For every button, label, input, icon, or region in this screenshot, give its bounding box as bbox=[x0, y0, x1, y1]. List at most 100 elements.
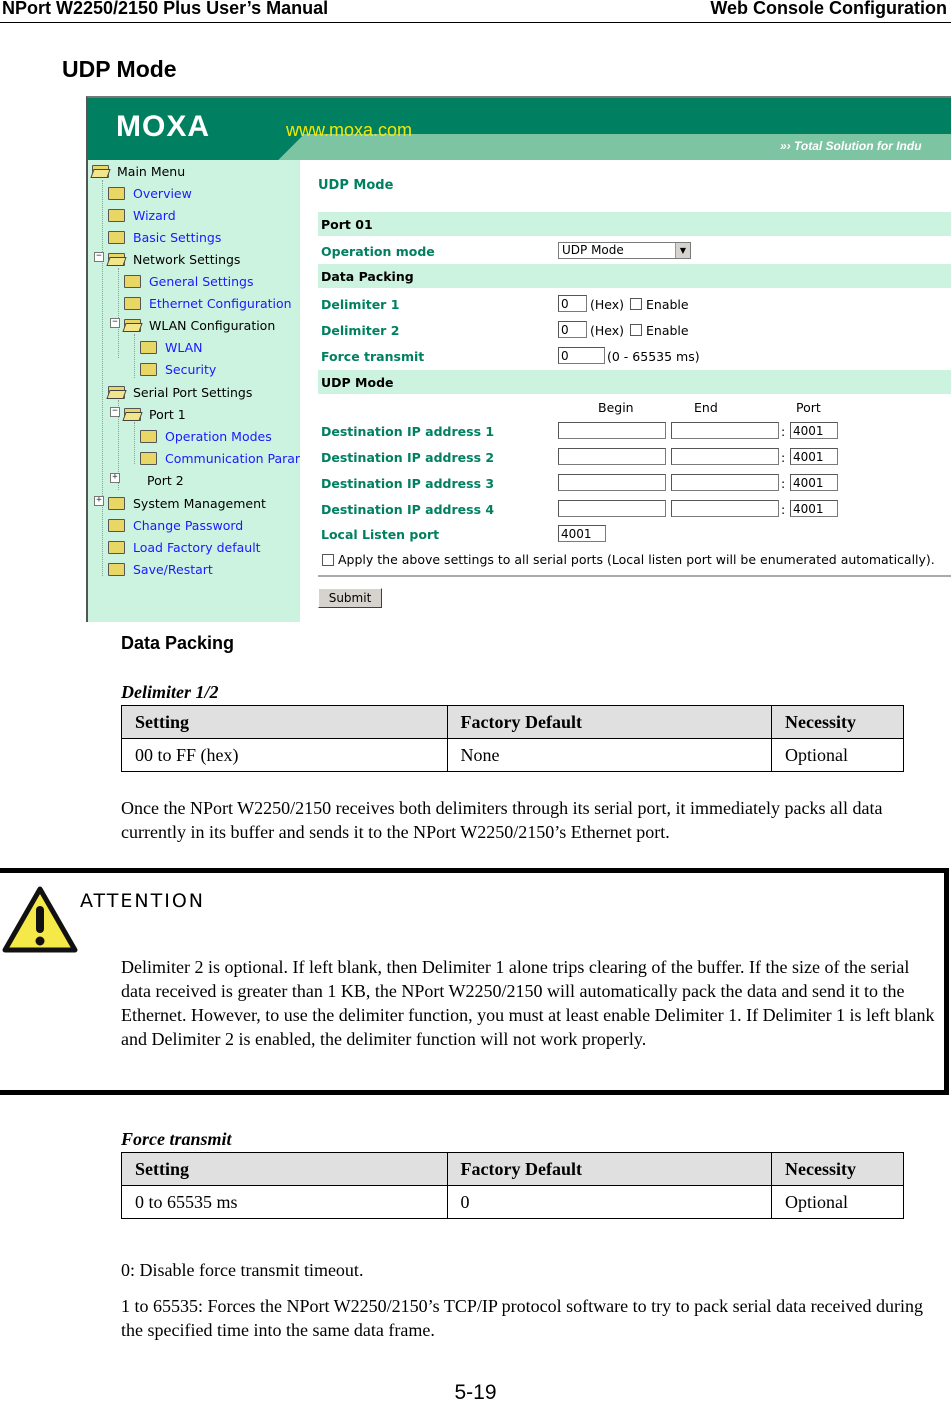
destination-ip-begin-input[interactable] bbox=[558, 448, 666, 465]
delimiter1-enable-checkbox[interactable] bbox=[630, 298, 642, 310]
menu-link[interactable]: Change Password bbox=[133, 518, 243, 533]
destination-ip-begin-input[interactable] bbox=[558, 500, 666, 517]
menu-item-wlan[interactable]: WLAN bbox=[140, 340, 203, 355]
menu-item-basic-settings[interactable]: Basic Settings bbox=[108, 230, 221, 245]
expand-icon[interactable]: + bbox=[110, 473, 120, 483]
folder-icon bbox=[108, 497, 125, 510]
page-number: 5-19 bbox=[454, 1381, 497, 1404]
folder-icon bbox=[140, 341, 157, 354]
destination-ip-end-input[interactable] bbox=[671, 474, 779, 491]
table-cell: 0 bbox=[446, 1185, 773, 1219]
table-header: Setting bbox=[121, 1152, 448, 1186]
menu-link[interactable]: General Settings bbox=[149, 274, 254, 289]
col-port-header: Port bbox=[796, 400, 821, 415]
local-listen-port-input[interactable]: 4001 bbox=[558, 525, 606, 542]
menu-item-ethernet-configuration[interactable]: Ethernet Configuration bbox=[124, 296, 292, 311]
table-row: 00 to FF (hex) None Optional bbox=[121, 738, 904, 772]
menu-link[interactable]: Communication Paran bbox=[165, 451, 303, 466]
delimiter-paragraph: Once the NPort W2250/2150 receives both … bbox=[121, 798, 883, 842]
expand-icon[interactable]: + bbox=[94, 496, 104, 506]
delimiter2-enable-checkbox[interactable] bbox=[630, 324, 642, 336]
data-packing-band-label: Data Packing bbox=[321, 269, 414, 284]
table-cell: None bbox=[446, 738, 773, 772]
menu-link[interactable]: Operation Modes bbox=[165, 429, 272, 444]
udp-mode-band-label: UDP Mode bbox=[321, 375, 394, 390]
menu-item-change-password[interactable]: Change Password bbox=[108, 518, 243, 533]
destination-ip-label: Destination IP address 2 bbox=[321, 450, 495, 465]
delimiter1-input[interactable]: 0 bbox=[558, 295, 587, 312]
menu-root[interactable]: Main Menu bbox=[92, 164, 185, 179]
delimiter1-hex-suffix: (Hex) bbox=[590, 297, 625, 312]
menu-item-load-factory-default[interactable]: Load Factory default bbox=[108, 540, 261, 555]
collapse-icon[interactable]: − bbox=[94, 252, 104, 262]
menu-link[interactable]: Save/Restart bbox=[133, 562, 213, 577]
folder-icon bbox=[140, 430, 157, 443]
col-begin-header: Begin bbox=[598, 400, 634, 415]
menu-item-network-settings[interactable]: Network Settings bbox=[108, 252, 240, 267]
force-transmit-table: Setting Factory Default Necessity 0 to 6… bbox=[121, 1152, 904, 1219]
operation-mode-select[interactable]: UDP Mode ▼ bbox=[558, 242, 691, 259]
menu-item-wlan-configuration[interactable]: WLAN Configuration bbox=[124, 318, 275, 333]
menu-item-general-settings[interactable]: General Settings bbox=[124, 274, 254, 289]
menu-link[interactable]: Overview bbox=[133, 186, 192, 201]
menu-link[interactable]: Load Factory default bbox=[133, 540, 261, 555]
manual-title: NPort W2250/2150 Plus User’s Manual bbox=[2, 0, 329, 18]
submit-button[interactable]: Submit bbox=[318, 588, 382, 608]
port-separator: : bbox=[781, 450, 786, 465]
menu-label: System Management bbox=[133, 496, 266, 511]
folder-icon bbox=[140, 363, 157, 376]
destination-ip-end-input[interactable] bbox=[671, 422, 779, 439]
folder-open-icon bbox=[124, 408, 141, 421]
dropdown-arrow-icon[interactable]: ▼ bbox=[675, 243, 690, 258]
operation-mode-label: Operation mode bbox=[321, 244, 435, 259]
banner-tagline: »› Total Solution for Indu bbox=[780, 139, 922, 153]
force-transmit-input[interactable]: 0 bbox=[558, 347, 605, 364]
menu-item-security[interactable]: Security bbox=[140, 362, 216, 377]
destination-ip-begin-input[interactable] bbox=[558, 474, 666, 491]
table-header: Factory Default bbox=[446, 705, 773, 739]
menu-label: Port 1 bbox=[149, 407, 186, 422]
menu-label: WLAN Configuration bbox=[149, 318, 276, 333]
folder-icon bbox=[124, 275, 141, 288]
delimiter2-input[interactable]: 0 bbox=[558, 321, 587, 338]
destination-port-input[interactable]: 4001 bbox=[790, 448, 838, 465]
collapse-icon[interactable]: − bbox=[110, 318, 120, 328]
menu-item-system-management[interactable]: System Management bbox=[108, 496, 266, 511]
menu-link[interactable]: Wizard bbox=[133, 208, 176, 223]
collapse-icon[interactable]: − bbox=[110, 407, 120, 417]
folder-icon bbox=[108, 187, 125, 200]
menu-link[interactable]: WLAN bbox=[165, 340, 203, 355]
menu-item-overview[interactable]: Overview bbox=[108, 186, 192, 201]
menu-link[interactable]: Security bbox=[165, 362, 216, 377]
delimiter2-enable-label: Enable bbox=[646, 323, 689, 338]
menu-link[interactable]: Basic Settings bbox=[133, 230, 221, 245]
destination-port-input[interactable]: 4001 bbox=[790, 500, 838, 517]
menu-item-operation-modes[interactable]: Operation Modes bbox=[140, 429, 272, 444]
destination-ip-begin-input[interactable] bbox=[558, 422, 666, 439]
table-header: Factory Default bbox=[446, 1152, 773, 1186]
destination-port-input[interactable]: 4001 bbox=[790, 474, 838, 491]
menu-label: Network Settings bbox=[133, 252, 241, 267]
moxa-banner: MOXA www.moxa.com »› Total Solution for … bbox=[88, 98, 951, 160]
menu-item-wizard[interactable]: Wizard bbox=[108, 208, 176, 223]
table-cell: Optional bbox=[771, 738, 904, 772]
menu-item-serial-port-settings[interactable]: Serial Port Settings bbox=[108, 385, 252, 400]
table-cell: 00 to FF (hex) bbox=[121, 738, 448, 772]
destination-port-input[interactable]: 4001 bbox=[790, 422, 838, 439]
destination-ip-label: Destination IP address 4 bbox=[321, 502, 495, 517]
menu-item-port-2[interactable]: Port 2 bbox=[147, 473, 184, 488]
main-menu-tree: Main Menu Overview Wizard Basic Settings… bbox=[88, 160, 303, 622]
warning-icon bbox=[2, 886, 78, 953]
tree-line bbox=[102, 180, 103, 576]
destination-ip-end-input[interactable] bbox=[671, 500, 779, 517]
delimiter-table-caption: Delimiter 1/2 bbox=[121, 682, 219, 702]
apply-all-checkbox[interactable] bbox=[322, 554, 334, 566]
delimiter1-enable-label: Enable bbox=[646, 297, 689, 312]
menu-item-save-restart[interactable]: Save/Restart bbox=[108, 562, 213, 577]
destination-ip-end-input[interactable] bbox=[671, 448, 779, 465]
menu-item-communication-parameters[interactable]: Communication Paran bbox=[140, 451, 303, 466]
folder-open-icon bbox=[108, 386, 125, 399]
local-listen-port-label: Local Listen port bbox=[321, 527, 440, 542]
menu-link[interactable]: Ethernet Configuration bbox=[149, 296, 292, 311]
menu-item-port-1[interactable]: Port 1 bbox=[124, 407, 186, 422]
